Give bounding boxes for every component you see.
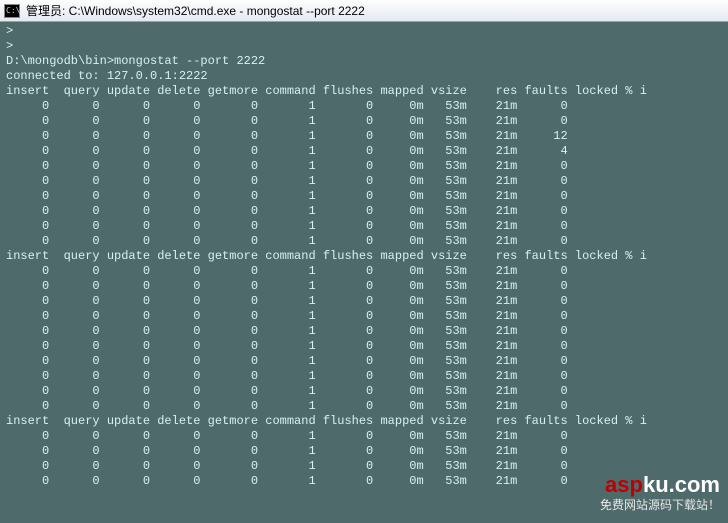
terminal-output[interactable]: > > D:\mongodb\bin>mongostat --port 2222…: [0, 22, 728, 491]
cmd-icon: C:\: [4, 4, 20, 18]
watermark-tagline: 免费网站源码下载站！: [600, 496, 720, 513]
watermark: aspku.com 免费网站源码下载站！: [600, 472, 720, 513]
window-title: 管理员: C:\Windows\system32\cmd.exe - mongo…: [26, 2, 365, 19]
watermark-ku: ku: [643, 472, 669, 497]
window-title-bar: C:\ 管理员: C:\Windows\system32\cmd.exe - m…: [0, 0, 728, 22]
watermark-dotcom: .com: [669, 472, 720, 497]
watermark-asp: asp: [605, 472, 643, 497]
watermark-url: aspku.com: [600, 472, 720, 498]
